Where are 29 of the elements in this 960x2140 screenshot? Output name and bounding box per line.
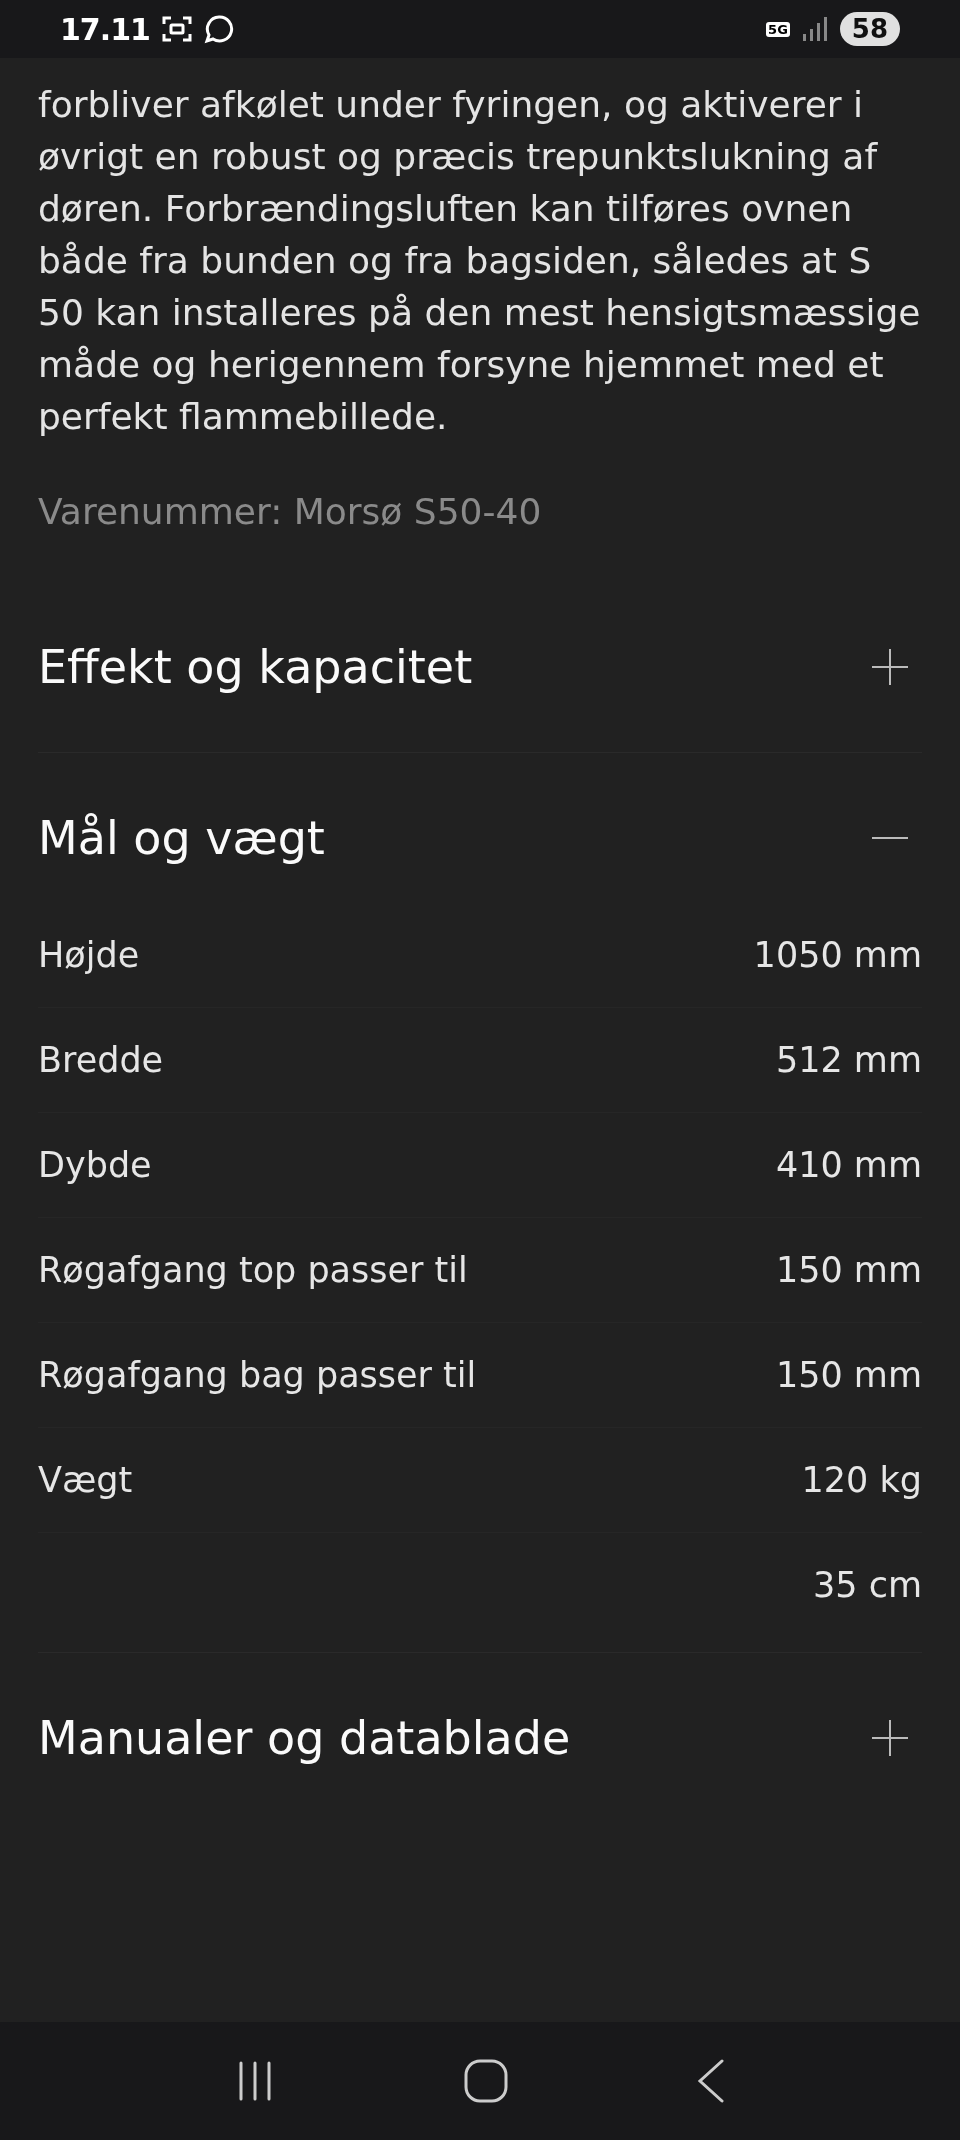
screenshot-icon xyxy=(161,15,192,43)
spec-label: Røgafgang top passer til xyxy=(38,1250,468,1290)
minus-icon xyxy=(872,836,908,840)
spec-label: Dybde xyxy=(38,1145,152,1185)
plus-icon xyxy=(872,1720,908,1756)
network-label: 5G xyxy=(766,21,790,37)
chat-icon xyxy=(203,14,234,44)
spec-value: 150 mm xyxy=(775,1355,922,1395)
accordion-header[interactable]: Effekt og kapacitet xyxy=(38,582,922,752)
spec-value: 1050 mm xyxy=(753,935,922,975)
spec-label: Højde xyxy=(38,935,140,975)
spec-value: 35 cm xyxy=(813,1565,922,1605)
item-number: Varenummer: Morsø S50-40 xyxy=(38,491,543,532)
description-text: forbliver afkølet under fyringen, og aktiverer i øvrigt en robust og præcis trepunktslukning af døren. Forbrændingsluften kan tilføres ovnen både fra bunden og fra bagsiden, således at S 50 kan installeres på den mest hensigtsmæssige måde og herigennem forsyne hjemmet med et perfekt flammebillede. xyxy=(38,83,922,439)
spec-value: 410 mm xyxy=(775,1145,922,1185)
accordion-header[interactable]: Mål og vægt xyxy=(38,753,922,923)
accordion-header[interactable]: Manualer og datablade xyxy=(38,1653,922,1823)
spec-label: Bredde xyxy=(38,1040,164,1080)
battery-level: 58 xyxy=(839,12,900,46)
spec-value: 150 mm xyxy=(775,1250,922,1290)
home-icon[interactable] xyxy=(464,2059,508,2103)
status-time: 17.11 xyxy=(60,11,150,47)
spec-value: 512 mm xyxy=(775,1040,922,1080)
spec-value: 120 kg xyxy=(801,1460,922,1500)
spec-label: Vægt xyxy=(38,1460,133,1500)
signal-icon xyxy=(801,16,828,42)
spec-label: Røgafgang bag passer til xyxy=(38,1355,477,1395)
plus-icon xyxy=(872,649,908,685)
back-icon[interactable] xyxy=(697,2059,726,2103)
